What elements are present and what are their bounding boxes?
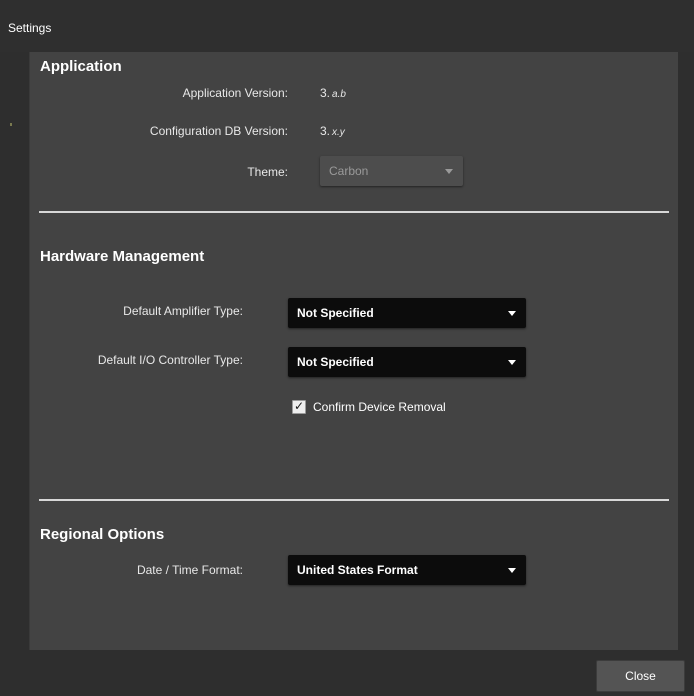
- section-divider: [39, 499, 669, 501]
- datetime-format-value: United States Format: [297, 563, 418, 577]
- amplifier-type-dropdown[interactable]: Not Specified: [288, 298, 526, 328]
- section-divider: [39, 211, 669, 213]
- section-title-application: Application: [40, 58, 122, 75]
- chevron-down-icon: [508, 311, 516, 316]
- theme-dropdown-value: Carbon: [329, 164, 369, 178]
- title-bar: Settings: [0, 0, 694, 52]
- confirm-device-removal-label: Confirm Device Removal: [313, 400, 446, 414]
- config-db-version-major: 3.: [320, 124, 331, 138]
- section-title-regional: Regional Options: [40, 526, 165, 543]
- config-db-version-minor: x.y: [332, 127, 345, 138]
- theme-dropdown[interactable]: Carbon: [320, 156, 463, 186]
- app-version-value: 3. a.b: [320, 86, 346, 100]
- close-button-label: Close: [625, 669, 656, 683]
- section-title-hardware: Hardware Management: [40, 248, 205, 265]
- amplifier-type-value: Not Specified: [297, 306, 374, 320]
- checkmark-icon: ✓: [294, 399, 305, 413]
- amplifier-type-label: Default Amplifier Type:: [123, 304, 243, 318]
- chevron-down-icon: [508, 568, 516, 573]
- datetime-format-dropdown[interactable]: United States Format: [288, 555, 526, 585]
- config-db-version-value: 3. x.y: [320, 124, 345, 138]
- io-controller-type-label: Default I/O Controller Type:: [97, 353, 243, 367]
- close-button[interactable]: Close: [596, 660, 685, 692]
- window-title: Settings: [8, 21, 52, 35]
- app-version-major: 3.: [320, 86, 331, 100]
- datetime-format-label: Date / Time Format:: [136, 563, 243, 577]
- io-controller-type-dropdown[interactable]: Not Specified: [288, 347, 526, 377]
- checkbox-box[interactable]: ✓: [292, 399, 306, 414]
- chevron-down-icon: [445, 169, 453, 174]
- config-db-version-label: Configuration DB Version:: [149, 124, 288, 138]
- io-controller-type-value: Not Specified: [297, 355, 374, 369]
- app-version-label: Application Version:: [182, 86, 288, 100]
- theme-label: Theme:: [247, 165, 288, 179]
- side-marker: [10, 123, 12, 126]
- chevron-down-icon: [508, 360, 516, 365]
- settings-window: Settings Application Application Version…: [0, 0, 694, 696]
- app-version-minor: a.b: [332, 89, 346, 100]
